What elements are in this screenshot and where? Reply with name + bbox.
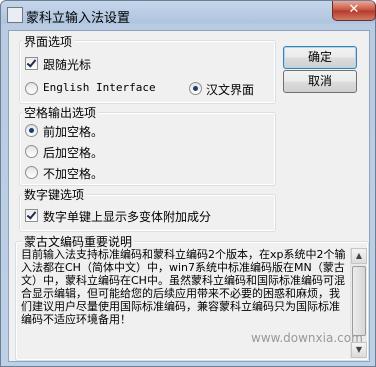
no-space-radio[interactable] (25, 166, 38, 179)
close-button[interactable]: ✕ (332, 1, 376, 21)
space-after-radio[interactable] (25, 145, 38, 158)
digit-variants-checkbox[interactable] (25, 209, 38, 222)
digit-variants-label[interactable]: 数字单键上显示多变体附加成分 (43, 208, 211, 225)
chinese-interface-label[interactable]: 汉文界面 (206, 81, 254, 98)
english-interface-label[interactable]: English Interface (43, 81, 156, 94)
group-interface-label: 界面选项 (22, 33, 75, 50)
window-title: 蒙科立输入法设置 (26, 11, 131, 26)
ok-button[interactable]: 确定 (283, 46, 357, 69)
close-icon: ✕ (348, 2, 360, 17)
english-interface-radio[interactable] (25, 82, 38, 95)
no-space-label[interactable]: 不加空格。 (43, 165, 103, 182)
space-after-label[interactable]: 后加空格。 (43, 144, 103, 161)
follow-cursor-checkbox[interactable] (25, 57, 38, 70)
cancel-button[interactable]: 取消 (283, 70, 357, 93)
space-before-radio[interactable] (25, 124, 38, 137)
watermark: www.downxia.com (251, 331, 363, 345)
settings-window: 蒙科立输入法设置 ✕ 界面选项 跟随光标 English Interface 汉… (0, 0, 376, 367)
space-before-label[interactable]: 前加空格。 (43, 123, 103, 140)
app-icon (7, 7, 23, 23)
scroll-up-icon[interactable]: ▲ (351, 248, 367, 264)
title-bar[interactable]: 蒙科立输入法设置 ✕ (1, 1, 376, 29)
scroll-thumb[interactable] (352, 266, 366, 336)
dialog-client-area: 界面选项 跟随光标 English Interface 汉文界面 空格输出选项 … (8, 30, 370, 362)
follow-cursor-label[interactable]: 跟随光标 (43, 56, 91, 73)
group-digit-keys-label: 数字键选项 (22, 186, 87, 203)
chinese-interface-radio[interactable] (189, 82, 202, 95)
group-space-output-label: 空格输出选项 (22, 104, 99, 121)
